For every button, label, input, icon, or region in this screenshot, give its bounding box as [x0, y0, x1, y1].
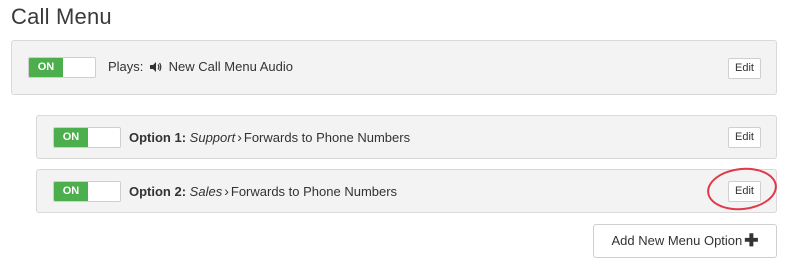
page-title: Call Menu: [11, 4, 112, 29]
add-menu-option-button[interactable]: Add New Menu Option ✚: [593, 224, 777, 258]
toggle-on-label: ON: [54, 128, 88, 147]
option-row: ON Option 1: Support › Forwards to Phone N…: [36, 115, 777, 159]
option-row: ON Option 2: Sales › Forwards to Phone Num…: [36, 169, 777, 213]
plays-label: Plays:: [108, 59, 144, 74]
option-1-toggle[interactable]: ON: [53, 127, 121, 148]
option-action: Forwards to Phone Numbers: [243, 130, 411, 145]
option-action: Forwards to Phone Numbers: [230, 184, 398, 199]
chevron-right-icon: ›: [237, 129, 242, 145]
option-2-edit-button[interactable]: Edit: [728, 181, 761, 202]
audio-name: New Call Menu Audio: [168, 59, 293, 74]
chevron-right-icon: ›: [224, 183, 229, 199]
main-menu-toggle[interactable]: ON: [28, 57, 96, 78]
option-name: Support: [189, 130, 236, 145]
option-1-text: Option 1: Support › Forwards to Phone Numb…: [129, 129, 410, 145]
option-label: Option 1:: [129, 130, 187, 145]
option-name: Sales: [189, 184, 223, 199]
option-label: Option 2:: [129, 184, 187, 199]
toggle-on-label: ON: [54, 182, 88, 201]
speaker-icon: [149, 61, 162, 76]
option-2-text: Option 2: Sales › Forwards to Phone Number…: [129, 183, 397, 199]
main-menu-panel: ON Plays: New Call Menu Audio Edit: [11, 40, 777, 95]
option-2-toggle[interactable]: ON: [53, 181, 121, 202]
option-1-edit-button[interactable]: Edit: [728, 127, 761, 148]
toggle-on-label: ON: [29, 58, 63, 77]
main-menu-edit-button[interactable]: Edit: [728, 58, 761, 79]
main-menu-text: Plays: New Call Menu Audio: [108, 59, 293, 76]
plus-icon: ✚: [744, 231, 759, 250]
add-menu-option-label: Add New Menu Option: [611, 233, 743, 248]
